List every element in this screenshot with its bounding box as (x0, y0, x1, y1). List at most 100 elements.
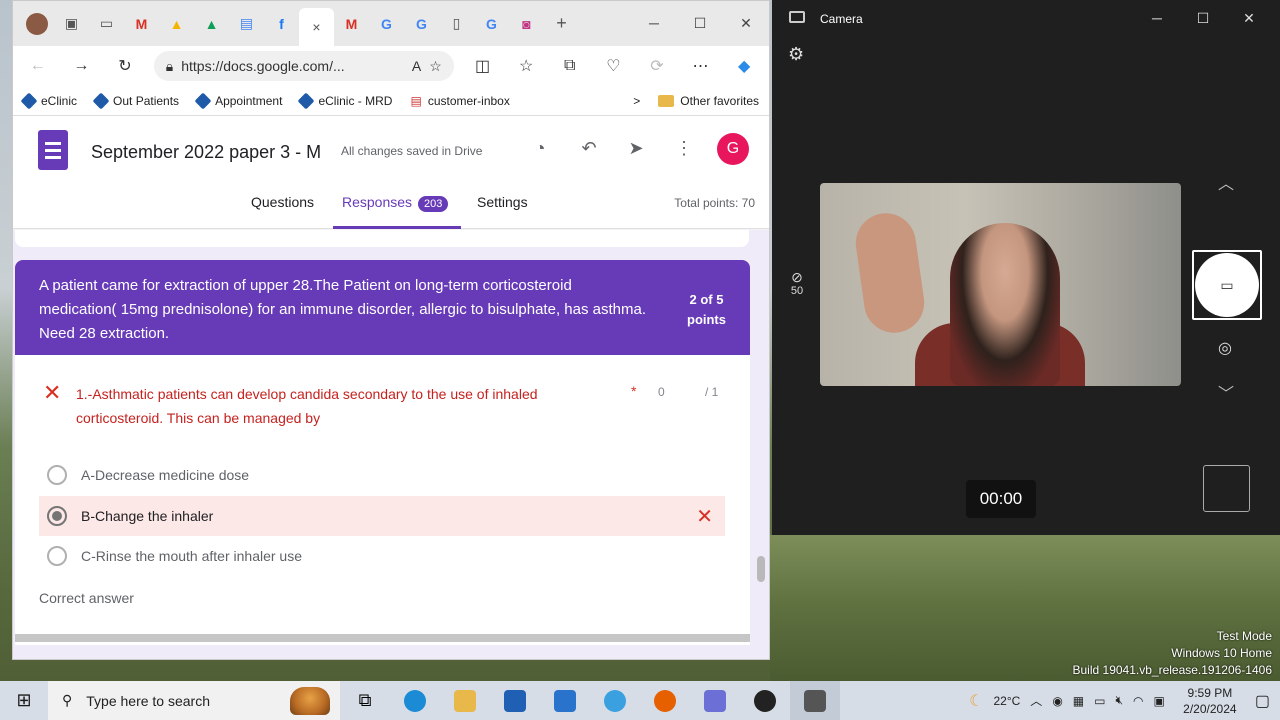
drive-tab-icon-2[interactable]: ▲ (194, 9, 229, 39)
refresh-icon[interactable]: ↻ (110, 56, 140, 76)
photo-mode-icon[interactable]: ◎ (1218, 338, 1232, 358)
wifi-icon[interactable]: ◠ (1133, 694, 1143, 708)
collections-icon[interactable]: ⧉ (555, 57, 585, 75)
question-body: ✕ 1.-Asthmatic patients can develop cand… (15, 355, 750, 645)
horizontal-scrollbar[interactable] (15, 634, 750, 642)
account-avatar[interactable]: G (717, 133, 749, 165)
mail-icon[interactable] (540, 681, 590, 720)
firefox-icon[interactable] (640, 681, 690, 720)
close-icon[interactable]: ✕ (1226, 10, 1272, 27)
tab-settings[interactable]: Settings (477, 194, 528, 210)
forward-icon[interactable]: → (67, 57, 97, 75)
other-favorites[interactable]: Other favorites (658, 94, 759, 108)
palette-icon[interactable]: ◔ (527, 138, 553, 159)
read-aloud-icon[interactable]: A (412, 58, 421, 74)
favorite-eclinic[interactable]: eClinic (20, 92, 77, 109)
drive-tab-icon[interactable]: ▲ (159, 9, 194, 39)
option-b-selected[interactable]: B-Change the inhaler ✕ (39, 496, 725, 536)
google-forms-logo-icon[interactable] (38, 130, 68, 170)
notifications-icon[interactable]: ▢ (1255, 691, 1270, 711)
clock[interactable]: 9:59 PM 2/20/2024 (1175, 685, 1245, 717)
google-tab-icon-2[interactable]: G (404, 9, 439, 39)
chrome-tray-icon[interactable]: ◉ (1052, 694, 1062, 708)
favorite-appointment[interactable]: Appointment (194, 92, 282, 109)
eclinic-icon (92, 92, 110, 109)
undo-icon[interactable]: ↶ (576, 138, 602, 159)
chevron-up-icon[interactable]: ︿ (1030, 692, 1042, 709)
volume-muted-icon[interactable]: 🔇︎ (1115, 693, 1123, 708)
option-c[interactable]: C-Rinse the mouth after inhaler use (39, 536, 725, 576)
profile-avatar-icon[interactable] (19, 9, 54, 39)
favorite-customer-inbox[interactable]: ▤ customer-inbox (410, 94, 509, 108)
favorites-icon[interactable]: ☆ (511, 56, 541, 76)
favorites-overflow-chevron[interactable]: > (633, 94, 640, 108)
send-icon[interactable]: ➤ (623, 138, 649, 159)
file-explorer-icon[interactable] (440, 681, 490, 720)
page-tab-icon[interactable]: ▯ (439, 9, 474, 39)
zoom-icon: ⊘ (791, 269, 803, 285)
minimize-icon[interactable]: ─ (1134, 10, 1180, 26)
weather-moon-icon[interactable]: ☾ (969, 691, 983, 711)
google-tab-icon-3[interactable]: G (474, 9, 509, 39)
tab-actions-icon[interactable]: ▭ (89, 9, 124, 39)
wrong-answer-icon: ✕ (696, 505, 713, 528)
tab-questions[interactable]: Questions (251, 194, 314, 210)
video-record-button[interactable]: ▭ (1192, 250, 1262, 320)
workspaces-icon[interactable]: ▣ (54, 9, 89, 39)
network-icon[interactable]: ▣ (1154, 694, 1165, 708)
form-title[interactable]: September 2022 paper 3 - M (91, 142, 323, 163)
close-tab-icon[interactable]: × (312, 19, 320, 35)
tray-app-icon[interactable]: ▦ (1073, 694, 1084, 708)
more-menu-icon[interactable]: ⋯ (686, 56, 716, 76)
gmail-tab-icon[interactable]: M (124, 9, 159, 39)
radio-button-checked[interactable] (47, 506, 67, 526)
google-tab-icon[interactable]: G (369, 9, 404, 39)
instagram-tab-icon[interactable]: ◙ (509, 9, 544, 39)
camera-taskbar-icon[interactable] (790, 681, 840, 720)
vertical-scrollbar[interactable] (757, 556, 765, 582)
option-a[interactable]: A-Decrease medicine dose (39, 455, 725, 495)
store-icon[interactable] (490, 681, 540, 720)
windows-start-icon[interactable]: ⊞ (0, 690, 48, 711)
weather-temperature[interactable]: 22°C (993, 694, 1020, 708)
incorrect-icon: ✕ (43, 380, 62, 405)
facebook-tab-icon[interactable]: f (264, 9, 299, 39)
url-field[interactable]: 🔒︎ https://docs.google.com/... A ☆ (153, 51, 454, 81)
favorite-eclinic-mrd[interactable]: eClinic - MRD (297, 92, 392, 109)
score-value[interactable]: 0 (658, 385, 665, 399)
split-screen-icon[interactable]: ◫ (468, 56, 498, 76)
edge-icon[interactable] (390, 681, 440, 720)
browser-essentials-icon[interactable]: ♡ (599, 56, 629, 76)
minimize-icon[interactable]: ─ (631, 15, 677, 32)
radio-button[interactable] (47, 465, 67, 485)
recorder-icon[interactable] (740, 681, 790, 720)
forms-tab-active[interactable]: × (299, 8, 334, 46)
more-vert-icon[interactable]: ⋮ (671, 138, 697, 159)
zoom-control[interactable]: ⊘ 50 (788, 270, 806, 298)
task-view-icon[interactable]: ⧉ (340, 681, 390, 720)
photos-icon[interactable] (690, 681, 740, 720)
last-capture-thumbnail[interactable] (1203, 465, 1250, 512)
docs-tab-icon[interactable]: ▤ (229, 9, 264, 39)
copilot-icon[interactable]: ◆ (729, 56, 759, 76)
taskbar-search[interactable]: ⚲ Type here to search (48, 681, 340, 720)
internet-explorer-icon[interactable] (590, 681, 640, 720)
favorite-star-icon[interactable]: ☆ (429, 58, 442, 75)
new-tab-button[interactable]: + (544, 9, 579, 39)
back-icon[interactable]: ← (23, 57, 53, 75)
close-icon[interactable]: ✕ (723, 15, 769, 32)
maximize-icon[interactable]: ☐ (1180, 10, 1226, 27)
settings-gear-icon[interactable]: ⚙ (788, 44, 804, 65)
person-in-preview (950, 223, 1060, 386)
maximize-icon[interactable]: ☐ (677, 15, 723, 32)
address-bar: ← → ↻ 🔒︎ https://docs.google.com/... A ☆… (13, 46, 769, 86)
extension-icon[interactable]: ⟳ (642, 56, 672, 76)
chevron-down-icon[interactable]: ﹀ (1218, 380, 1234, 404)
favorite-out-patients[interactable]: Out Patients (92, 92, 179, 109)
active-tab-indicator (333, 226, 461, 229)
battery-icon[interactable]: ▭ (1094, 694, 1105, 708)
radio-button[interactable] (47, 546, 67, 566)
chevron-up-icon[interactable]: ︿ (1218, 170, 1234, 194)
tab-responses[interactable]: Responses 203 (342, 194, 449, 212)
gmail-tab-icon-2[interactable]: M (334, 9, 369, 39)
